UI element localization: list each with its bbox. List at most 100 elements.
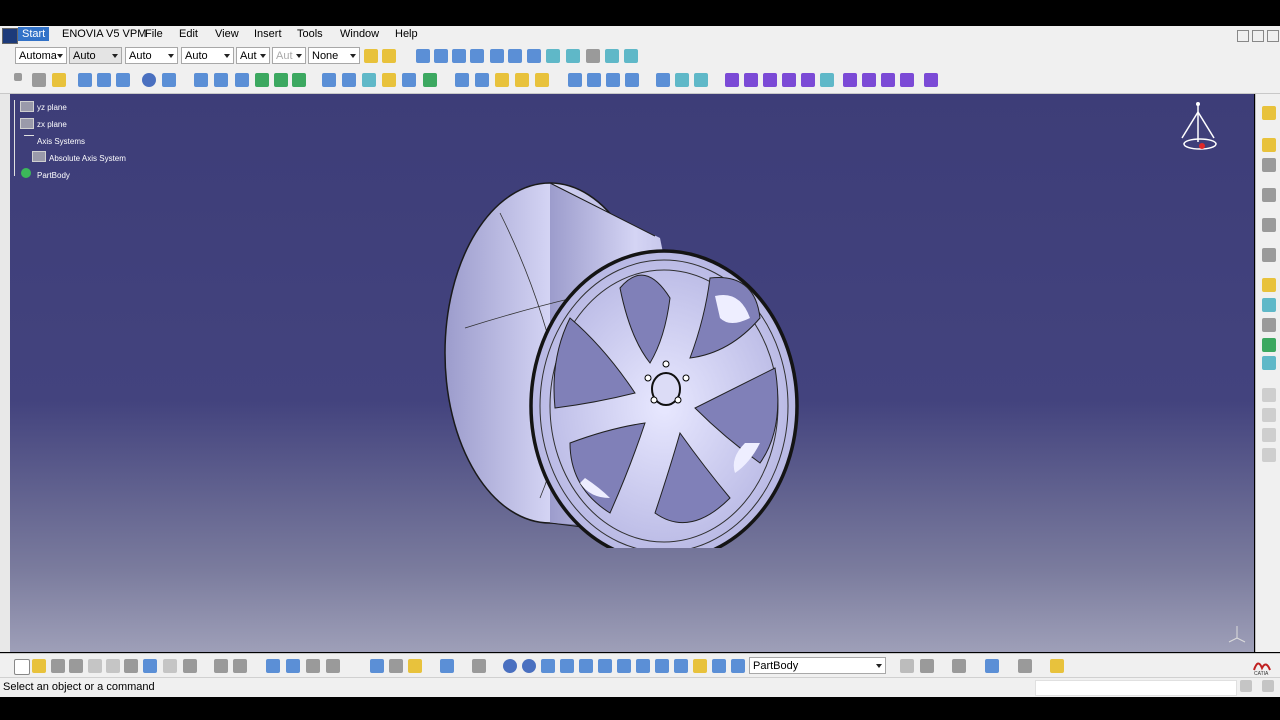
fillet-icon[interactable] xyxy=(423,73,437,87)
normal-view-icon[interactable] xyxy=(527,49,541,63)
tree-icon[interactable] xyxy=(286,659,300,673)
surface-icon[interactable] xyxy=(1262,298,1276,312)
orbit-icon[interactable] xyxy=(522,659,536,673)
combo-aut-1[interactable]: Aut xyxy=(236,47,270,64)
offset-icon[interactable] xyxy=(1262,318,1276,332)
axis-to-axis-icon[interactable] xyxy=(535,73,549,87)
undo-icon[interactable] xyxy=(143,659,157,673)
rotate-icon[interactable] xyxy=(470,49,484,63)
check-icon[interactable] xyxy=(655,659,669,673)
solid-pocket-icon[interactable] xyxy=(744,73,758,87)
plane-icon[interactable] xyxy=(52,73,66,87)
extrapolate-icon[interactable] xyxy=(568,73,582,87)
hide-show-icon[interactable] xyxy=(605,49,619,63)
minimize-button[interactable] xyxy=(1237,30,1249,42)
graphic-properties-icon[interactable] xyxy=(985,659,999,673)
axis-view-icon[interactable] xyxy=(541,659,555,673)
redo-icon[interactable] xyxy=(163,659,177,673)
menu-insert[interactable]: Insert xyxy=(254,28,282,40)
solid-shaft-icon[interactable] xyxy=(763,73,777,87)
status-tool-icon[interactable] xyxy=(1262,680,1274,692)
sweep-icon[interactable] xyxy=(235,73,249,87)
shading-icon[interactable] xyxy=(586,49,600,63)
line-icon[interactable] xyxy=(32,73,46,87)
boolean-remove-icon[interactable] xyxy=(862,73,876,87)
sketch-edit-icon[interactable] xyxy=(1262,188,1276,202)
open-file-icon[interactable] xyxy=(32,659,46,673)
split-icon[interactable] xyxy=(342,73,356,87)
front-view-icon[interactable] xyxy=(617,659,631,673)
combo-aut-2[interactable]: Aut xyxy=(272,47,306,64)
multi-view-icon[interactable] xyxy=(546,49,560,63)
menu-help[interactable]: Help xyxy=(395,28,418,40)
capture-icon[interactable] xyxy=(472,659,486,673)
wheel-model[interactable] xyxy=(440,178,830,548)
select-icon[interactable] xyxy=(1262,138,1276,152)
draft-analysis-icon[interactable] xyxy=(675,73,689,87)
brush-icon[interactable] xyxy=(382,49,396,63)
swap-space-icon[interactable] xyxy=(624,49,638,63)
save-icon[interactable] xyxy=(51,659,65,673)
close-button[interactable] xyxy=(1267,30,1279,42)
material-icon[interactable] xyxy=(1050,659,1064,673)
fill-icon[interactable] xyxy=(255,73,269,87)
close-surface-icon[interactable] xyxy=(820,73,834,87)
cube-view-icon[interactable] xyxy=(598,659,612,673)
fly-mode-icon[interactable] xyxy=(416,49,430,63)
layer-icon[interactable] xyxy=(952,659,966,673)
body-icon[interactable] xyxy=(731,659,745,673)
body-selector[interactable]: PartBody xyxy=(749,657,886,674)
boolean-union-trim-icon[interactable] xyxy=(900,73,914,87)
curvature-icon[interactable] xyxy=(694,73,708,87)
circle-icon[interactable] xyxy=(142,73,156,87)
hide-icon[interactable] xyxy=(900,659,914,673)
tree-absolute-axis-system[interactable]: Absolute Axis System xyxy=(49,154,126,163)
rotate-view-icon[interactable] xyxy=(503,659,517,673)
boolean-intersect-icon[interactable] xyxy=(881,73,895,87)
scale-icon[interactable] xyxy=(495,73,509,87)
cut-icon[interactable] xyxy=(88,659,102,673)
extrude-icon[interactable] xyxy=(194,73,208,87)
formula-icon[interactable] xyxy=(214,659,228,673)
fit-all-icon[interactable] xyxy=(434,49,448,63)
constraint-icon[interactable] xyxy=(1262,248,1276,262)
inertia-icon[interactable] xyxy=(389,659,403,673)
copy-icon[interactable] xyxy=(106,659,120,673)
shape-icon[interactable] xyxy=(1262,278,1276,292)
tree-axis-systems[interactable]: Axis Systems xyxy=(37,137,85,146)
loft-icon[interactable] xyxy=(274,73,288,87)
profile-icon[interactable] xyxy=(1262,218,1276,232)
restore-button[interactable] xyxy=(1252,30,1264,42)
connect-icon[interactable] xyxy=(656,73,670,87)
structure-icon[interactable] xyxy=(674,659,688,673)
trim-icon[interactable] xyxy=(362,73,376,87)
menu-view[interactable]: View xyxy=(215,28,239,40)
sketcher-icon[interactable] xyxy=(1262,106,1276,120)
tree-zx-plane[interactable]: zx plane xyxy=(37,120,67,129)
multisection-icon[interactable] xyxy=(1262,338,1276,352)
combo-auto-3[interactable]: Auto xyxy=(181,47,234,64)
explore-icon[interactable] xyxy=(693,659,707,673)
rules-icon[interactable] xyxy=(326,659,340,673)
analysis-view-icon[interactable] xyxy=(636,659,650,673)
menu-tools[interactable]: Tools xyxy=(297,28,323,40)
axis-icon[interactable] xyxy=(1262,158,1276,172)
help-icon[interactable] xyxy=(183,659,197,673)
new-file-icon[interactable] xyxy=(14,659,30,675)
intersection-icon[interactable] xyxy=(97,73,111,87)
affinity-icon[interactable] xyxy=(515,73,529,87)
list-icon[interactable] xyxy=(712,659,726,673)
tree-partbody[interactable]: PartBody xyxy=(37,171,70,180)
show-icon[interactable] xyxy=(920,659,934,673)
zoom-out-icon[interactable] xyxy=(508,49,522,63)
update-icon[interactable] xyxy=(440,659,454,673)
tree-yz-plane[interactable]: yz plane xyxy=(37,103,67,112)
table-icon[interactable] xyxy=(266,659,280,673)
combo-auto-2[interactable]: Auto xyxy=(125,47,178,64)
analysis-icon[interactable] xyxy=(625,73,639,87)
join-icon[interactable] xyxy=(322,73,336,87)
solid-groove-icon[interactable] xyxy=(782,73,796,87)
pan-icon[interactable] xyxy=(452,49,466,63)
status-tool-icon[interactable] xyxy=(1240,680,1252,692)
knowledge-icon[interactable] xyxy=(306,659,320,673)
